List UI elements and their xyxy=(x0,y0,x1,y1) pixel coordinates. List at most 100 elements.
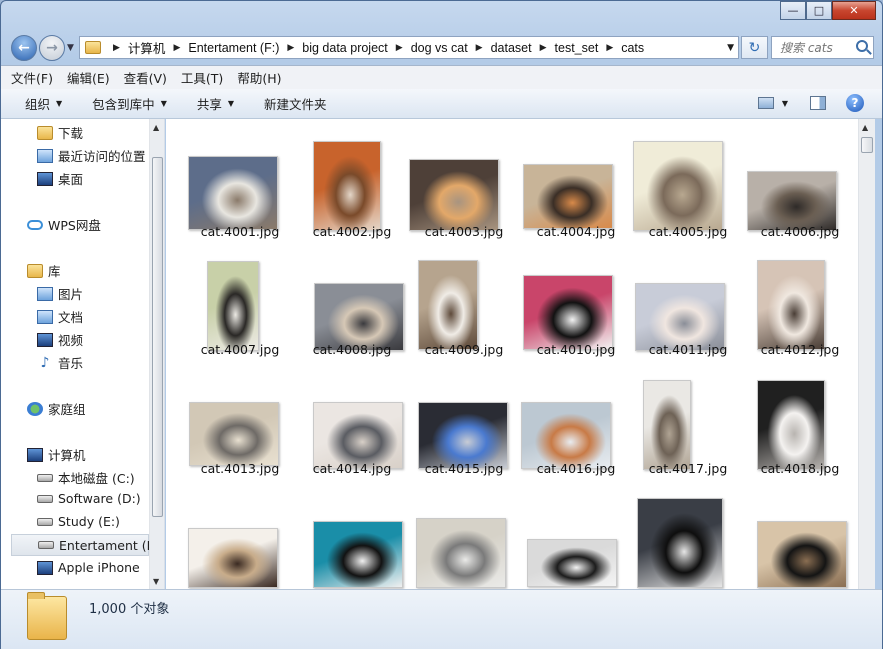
image-thumbnail[interactable] xyxy=(207,261,259,351)
file-name[interactable]: cat.4015.jpg xyxy=(408,461,520,476)
image-thumbnail[interactable] xyxy=(416,518,506,588)
address-bar[interactable]: ▶ 计算机 ▶ Entertament (F:) ▶ big data project ▶ d… xyxy=(79,36,739,59)
file-name[interactable]: cat.4016.jpg xyxy=(520,461,632,476)
breadcrumb-item[interactable]: test_set xyxy=(555,41,599,55)
scroll-up-arrow[interactable]: ▲ xyxy=(153,123,159,132)
breadcrumb-separator[interactable]: ▶ xyxy=(173,42,180,53)
image-thumbnail[interactable] xyxy=(521,402,611,469)
address-history-dropdown[interactable]: ▼ xyxy=(727,43,734,53)
search-input[interactable] xyxy=(780,40,850,55)
image-thumbnail[interactable] xyxy=(313,521,403,588)
file-name[interactable]: cat.4008.jpg xyxy=(296,342,408,357)
breadcrumb-item[interactable]: big data project xyxy=(302,41,387,55)
file-name[interactable]: cat.4009.jpg xyxy=(408,342,520,357)
image-thumbnail[interactable] xyxy=(635,283,725,351)
minimize-button[interactable]: — xyxy=(780,1,806,20)
file-name[interactable]: cat.4006.jpg xyxy=(744,224,856,239)
image-thumbnail[interactable] xyxy=(637,498,723,588)
image-thumbnail[interactable] xyxy=(189,402,279,466)
change-view-icon[interactable] xyxy=(757,97,774,109)
scrollbar-thumb[interactable] xyxy=(152,157,163,517)
file-name[interactable]: cat.4007.jpg xyxy=(184,342,296,357)
file-name[interactable]: cat.4017.jpg xyxy=(632,461,744,476)
image-thumbnail[interactable] xyxy=(523,275,613,350)
scrollbar-thumb[interactable] xyxy=(861,137,873,153)
sidebar-item[interactable]: Entertament (F:) xyxy=(11,534,162,556)
image-thumbnail[interactable] xyxy=(313,402,403,469)
sidebar-item[interactable]: Software (D:) xyxy=(37,491,141,506)
sidebar-item[interactable]: 计算机 xyxy=(27,445,86,464)
image-thumbnail[interactable] xyxy=(747,171,837,231)
title-bar[interactable]: — □ ✕ xyxy=(1,1,882,29)
sidebar-item[interactable]: 视频 xyxy=(37,330,83,349)
new-folder-button[interactable]: 新建文件夹 xyxy=(264,94,327,113)
breadcrumb-item[interactable]: dog vs cat xyxy=(411,41,468,55)
sidebar-item[interactable]: Study (E:) xyxy=(37,514,120,529)
help-icon[interactable]: ? xyxy=(846,94,864,112)
file-name[interactable]: cat.4014.jpg xyxy=(296,461,408,476)
file-name[interactable]: cat.4010.jpg xyxy=(520,342,632,357)
sidebar-item[interactable]: 最近访问的位置 xyxy=(37,146,146,165)
image-thumbnail[interactable] xyxy=(188,528,278,588)
sidebar-item[interactable]: 文档 xyxy=(37,307,83,326)
image-thumbnail[interactable] xyxy=(418,402,508,469)
menu-item[interactable]: 工具(T) xyxy=(181,68,223,87)
image-thumbnail[interactable] xyxy=(527,539,617,587)
image-thumbnail[interactable] xyxy=(188,156,278,230)
image-thumbnail[interactable] xyxy=(409,159,499,231)
file-name[interactable]: cat.4012.jpg xyxy=(744,342,856,357)
image-thumbnail[interactable] xyxy=(757,380,825,470)
breadcrumb-item[interactable]: Entertament (F:) xyxy=(188,41,279,55)
back-button[interactable]: ← xyxy=(11,35,37,61)
file-name[interactable]: cat.4001.jpg xyxy=(184,224,296,239)
file-name[interactable]: cat.4011.jpg xyxy=(632,342,744,357)
search-box[interactable] xyxy=(771,36,874,59)
organize-button[interactable]: 组织 ▼ xyxy=(25,94,62,113)
view-options-dropdown[interactable]: ▼ xyxy=(782,99,788,108)
sidebar-item[interactable]: 家庭组 xyxy=(27,399,86,418)
image-thumbnail[interactable] xyxy=(757,260,825,350)
breadcrumb-separator[interactable]: ▶ xyxy=(113,42,120,53)
sidebar-item[interactable]: 下载 xyxy=(37,123,83,142)
breadcrumb-separator[interactable]: ▶ xyxy=(476,42,483,53)
maximize-button[interactable]: □ xyxy=(806,1,832,20)
breadcrumb-separator[interactable]: ▶ xyxy=(396,42,403,53)
menu-item[interactable]: 文件(F) xyxy=(11,68,53,87)
sidebar-item[interactable]: WPS网盘 xyxy=(27,215,101,234)
include-in-library-button[interactable]: 包含到库中 ▼ xyxy=(92,94,167,113)
menu-item[interactable]: 编辑(E) xyxy=(67,68,110,87)
file-list-scrollbar[interactable]: ▲ xyxy=(858,119,875,589)
breadcrumb-separator[interactable]: ▶ xyxy=(606,42,613,53)
breadcrumb-separator[interactable]: ▶ xyxy=(287,42,294,53)
menu-item[interactable]: 查看(V) xyxy=(124,68,167,87)
share-button[interactable]: 共享 ▼ xyxy=(197,94,234,113)
image-thumbnail[interactable] xyxy=(643,380,691,470)
sidebar-item[interactable]: ♪ 音乐 xyxy=(37,353,83,372)
search-icon[interactable] xyxy=(856,40,868,52)
file-name[interactable]: cat.4013.jpg xyxy=(184,461,296,476)
image-thumbnail[interactable] xyxy=(523,164,613,229)
breadcrumb-separator[interactable]: ▶ xyxy=(540,42,547,53)
image-thumbnail[interactable] xyxy=(313,141,381,231)
refresh-button[interactable]: ↻ xyxy=(741,36,768,59)
navigation-pane-scrollbar[interactable]: ▲ ▼ xyxy=(149,119,164,589)
preview-pane-icon[interactable] xyxy=(810,96,826,110)
sidebar-item[interactable]: Apple iPhone xyxy=(37,560,140,575)
sidebar-item[interactable]: 图片 xyxy=(37,284,83,303)
image-thumbnail[interactable] xyxy=(757,521,847,588)
forward-button[interactable]: → xyxy=(39,35,65,61)
image-thumbnail[interactable] xyxy=(314,283,404,351)
sidebar-item[interactable]: 库 xyxy=(27,261,61,280)
file-name[interactable]: cat.4003.jpg xyxy=(408,224,520,239)
file-name[interactable]: cat.4002.jpg xyxy=(296,224,408,239)
recent-pages-dropdown[interactable]: ▼ xyxy=(67,43,74,53)
file-name[interactable]: cat.4018.jpg xyxy=(744,461,856,476)
image-thumbnail[interactable] xyxy=(633,141,723,231)
breadcrumb-item[interactable]: 计算机 xyxy=(128,38,166,57)
breadcrumb-item[interactable]: cats xyxy=(621,41,644,55)
scroll-up-arrow[interactable]: ▲ xyxy=(862,123,868,132)
breadcrumb-item[interactable]: dataset xyxy=(491,41,532,55)
menu-item[interactable]: 帮助(H) xyxy=(237,68,281,87)
file-name[interactable]: cat.4004.jpg xyxy=(520,224,632,239)
sidebar-item[interactable]: 桌面 xyxy=(37,169,83,188)
